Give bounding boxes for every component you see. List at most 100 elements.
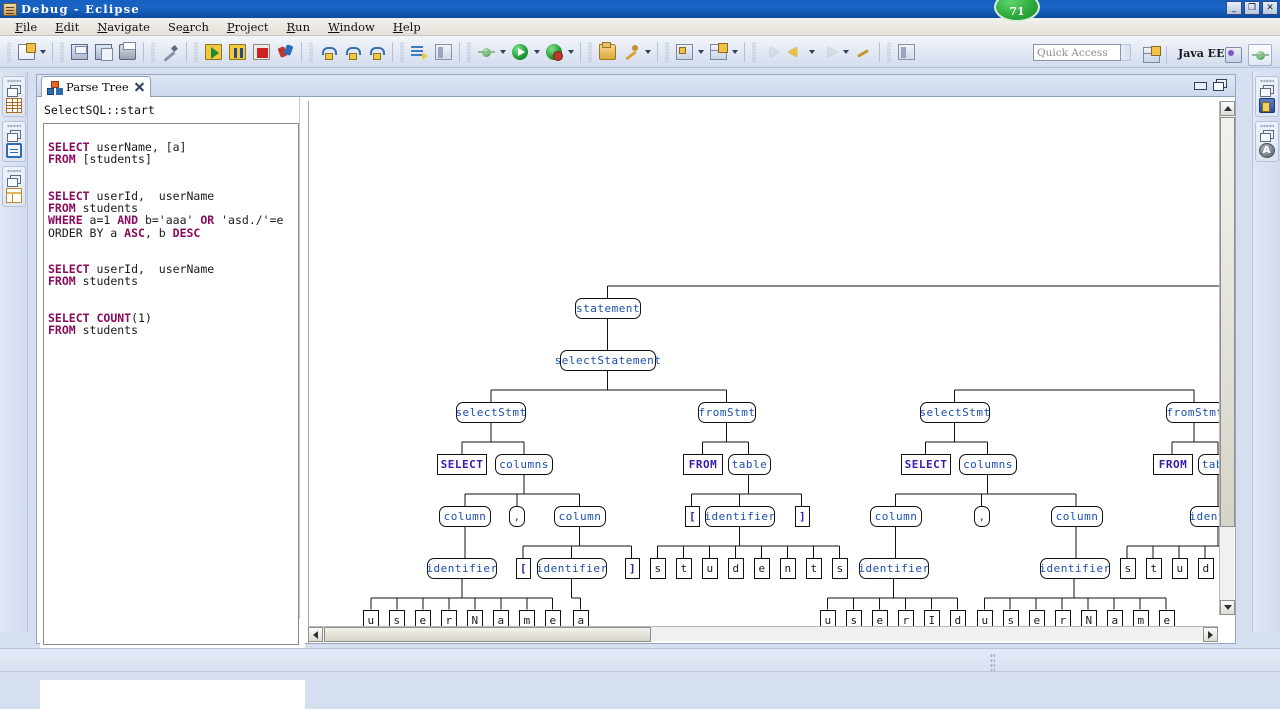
fastview-stack-view[interactable] xyxy=(2,166,26,207)
minimize-button[interactable]: _ xyxy=(1226,1,1242,15)
tree-node[interactable]: [ xyxy=(516,558,531,579)
restore-icon[interactable] xyxy=(1260,85,1273,96)
scroll-down-button[interactable] xyxy=(1220,600,1235,615)
toolbar-grip[interactable] xyxy=(7,42,11,62)
toolbar-grip[interactable] xyxy=(60,42,64,62)
new-button[interactable] xyxy=(15,41,37,63)
tree-node[interactable]: t xyxy=(806,558,822,579)
sql-text-area[interactable]: SELECT userName, [a]FROM [students] SELE… xyxy=(43,123,299,645)
tree-node[interactable]: identifier xyxy=(1040,558,1110,579)
drop-to-frame-button[interactable] xyxy=(408,41,430,63)
tree-node[interactable]: s xyxy=(832,558,848,579)
restore-icon[interactable] xyxy=(1260,130,1273,141)
new-annotation-button-dropdown[interactable] xyxy=(730,41,740,63)
open-perspective-button[interactable] xyxy=(1140,44,1162,66)
variables-icon[interactable] xyxy=(1259,98,1275,113)
fastview-stack-outline[interactable] xyxy=(1255,121,1279,162)
show-whitespace-button[interactable] xyxy=(895,41,917,63)
forward-button[interactable] xyxy=(818,41,840,63)
tree-node[interactable]: selectStmt xyxy=(920,402,990,423)
debug-sun-button-dropdown[interactable] xyxy=(498,41,508,63)
tree-node[interactable]: column xyxy=(870,506,922,527)
step-over-button[interactable] xyxy=(341,41,363,63)
tree-node[interactable]: ] xyxy=(795,506,810,527)
tree-horizontal-scrollbar[interactable] xyxy=(308,626,1218,641)
external-tools-button-dropdown[interactable] xyxy=(643,41,653,63)
debug-button[interactable] xyxy=(543,41,565,63)
tree-node[interactable]: t xyxy=(1146,558,1162,579)
restore-icon[interactable] xyxy=(7,130,20,141)
external-tools-button[interactable] xyxy=(620,41,642,63)
step-return-button[interactable] xyxy=(365,41,387,63)
toolbar-grip[interactable] xyxy=(151,42,155,62)
toolbar-grip[interactable] xyxy=(194,42,198,62)
run-button[interactable] xyxy=(509,41,531,63)
scroll-up-button[interactable] xyxy=(1220,101,1235,116)
run-button-dropdown[interactable] xyxy=(532,41,542,63)
tree-node[interactable]: FROM xyxy=(683,454,723,475)
toolbar-grip[interactable] xyxy=(887,42,891,62)
toolbar-grip[interactable] xyxy=(400,42,404,62)
menu-item-project[interactable]: Project xyxy=(218,19,278,35)
toolbar-grip[interactable] xyxy=(752,42,756,62)
tree-node[interactable]: identifier xyxy=(537,558,607,579)
tree-node[interactable]: columns xyxy=(959,454,1017,475)
save-button[interactable] xyxy=(68,41,90,63)
tree-node[interactable]: table xyxy=(728,454,771,475)
new-java-class-button[interactable] xyxy=(673,41,695,63)
tree-node[interactable]: column xyxy=(1051,506,1103,527)
toolbar-grip[interactable] xyxy=(665,42,669,62)
tree-node[interactable]: column xyxy=(554,506,606,527)
menu-item-file[interactable]: File xyxy=(6,19,46,35)
debug-sun-button[interactable] xyxy=(475,41,497,63)
pin-editor-button[interactable] xyxy=(852,41,874,63)
debug-button-dropdown[interactable] xyxy=(566,41,576,63)
tree-node[interactable]: , xyxy=(509,506,525,527)
back-button-dropdown[interactable] xyxy=(807,41,817,63)
view-icon[interactable] xyxy=(6,188,22,203)
tab-parse-tree[interactable]: Parse Tree xyxy=(41,76,151,97)
tree-node[interactable]: identifier xyxy=(859,558,929,579)
tree-node[interactable]: [ xyxy=(685,506,700,527)
fastview-stack-variables[interactable] xyxy=(1255,76,1279,117)
maximize-button[interactable]: ❐ xyxy=(1244,1,1260,15)
use-step-filters-button[interactable] xyxy=(432,41,454,63)
tree-node[interactable]: t xyxy=(676,558,692,579)
new-java-class-button-dropdown[interactable] xyxy=(696,41,706,63)
tree-node[interactable]: u xyxy=(1172,558,1188,579)
tree-node[interactable]: identifier xyxy=(427,558,497,579)
perspective-debug-button[interactable] xyxy=(1248,44,1272,66)
maximize-icon[interactable] xyxy=(1213,79,1227,92)
tree-node[interactable]: SELECT xyxy=(437,454,487,475)
tree-node[interactable]: selectStmt xyxy=(456,402,526,423)
outline-icon[interactable] xyxy=(1259,143,1275,158)
quick-access-input[interactable]: Quick Access xyxy=(1033,44,1121,61)
tree-node[interactable]: d xyxy=(728,558,744,579)
tree-node[interactable]: n xyxy=(780,558,796,579)
status-bar-grip[interactable] xyxy=(990,653,995,671)
previous-annotation-button[interactable] xyxy=(760,41,782,63)
vertical-scroll-thumb[interactable] xyxy=(1220,117,1235,527)
menu-item-navigate[interactable]: Navigate xyxy=(88,19,159,35)
terminate-button[interactable] xyxy=(250,41,272,63)
fastview-stack-table[interactable] xyxy=(2,76,26,117)
minimize-icon[interactable] xyxy=(1193,79,1207,92)
tree-node[interactable]: s xyxy=(650,558,666,579)
table-icon[interactable] xyxy=(6,98,22,113)
menu-item-search[interactable]: Search xyxy=(159,19,218,35)
tree-vertical-scrollbar[interactable] xyxy=(1219,101,1234,615)
tree-node[interactable]: e xyxy=(754,558,770,579)
horizontal-scroll-thumb[interactable] xyxy=(324,627,651,642)
toggle-mark-occurrences-button[interactable] xyxy=(159,41,181,63)
step-into-button[interactable] xyxy=(317,41,339,63)
forward-button-dropdown[interactable] xyxy=(841,41,851,63)
tree-node[interactable]: fromStmt xyxy=(698,402,756,423)
menu-item-edit[interactable]: Edit xyxy=(46,19,88,35)
open-resource-button[interactable] xyxy=(596,41,618,63)
suspend-button[interactable] xyxy=(226,41,248,63)
perspective-javaee-icon-button[interactable] xyxy=(1222,44,1244,66)
pane-divider[interactable] xyxy=(299,97,303,619)
disconnect-button[interactable] xyxy=(274,41,296,63)
menu-item-help[interactable]: Help xyxy=(384,19,430,35)
tree-node[interactable]: columns xyxy=(495,454,553,475)
